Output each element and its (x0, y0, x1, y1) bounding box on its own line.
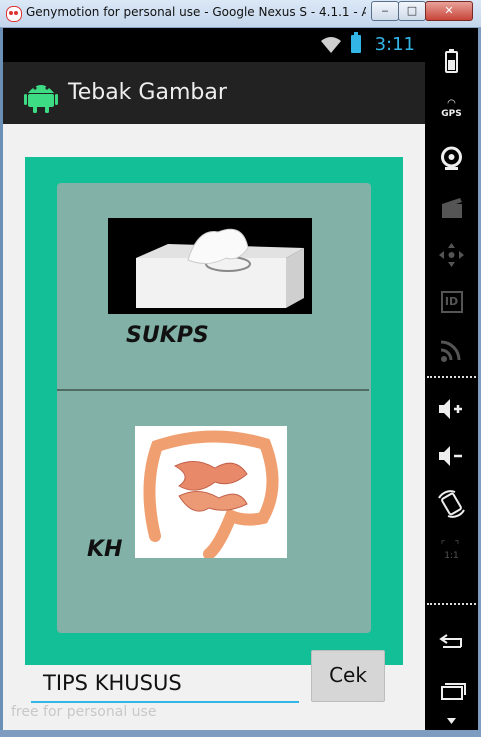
side-panel-separator (427, 603, 476, 605)
id-icon[interactable]: ID (425, 290, 478, 313)
rss-icon[interactable] (425, 338, 478, 364)
clock: 3:11 (374, 34, 415, 55)
scroll-down-icon[interactable] (425, 716, 478, 726)
window-bottom-edge (0, 730, 481, 737)
dpad-icon[interactable] (425, 242, 478, 268)
gps-label: GPS (441, 109, 462, 119)
volume-up-icon[interactable] (425, 396, 478, 422)
status-bar: 3:11 (3, 28, 425, 62)
wifi-icon (321, 37, 341, 53)
battery-icon[interactable] (425, 48, 478, 74)
window-title: Genymotion for personal use - Google Nex… (26, 5, 366, 19)
back-icon[interactable] (425, 632, 478, 654)
window-titlebar: Genymotion for personal use - Google Nex… (0, 0, 481, 28)
action-bar: Tebak Gambar (3, 62, 425, 124)
battery-status-icon (351, 32, 361, 53)
clue-text-1: SUKPS (126, 323, 209, 348)
watermark-text: free for personal use (11, 704, 157, 720)
device-screen: 3:11 Tebak Gambar SUKPS KH TIPS KHUSUS C… (3, 28, 425, 730)
app-title: Tebak Gambar (68, 80, 227, 105)
puzzle-panel: SUKPS KH (25, 157, 403, 665)
minimize-button[interactable]: ‒ (371, 1, 399, 21)
main-content: SUKPS KH TIPS KHUSUS Cek free for person… (3, 124, 425, 730)
volume-down-icon[interactable] (425, 443, 478, 469)
intestine-image (135, 426, 287, 560)
android-logo-icon (24, 85, 58, 113)
puzzle-card: SUKPS KH (57, 183, 371, 633)
recent-apps-icon[interactable] (425, 680, 478, 702)
clue-text-2: KH (87, 537, 123, 562)
rotate-icon[interactable] (425, 490, 478, 518)
emulator-side-panel: ◠ GPS ID ⌜ ⌝ 1:1 (425, 28, 478, 730)
tissue-box-image (108, 218, 312, 314)
scale-label: 1:1 (444, 551, 459, 561)
webcam-icon[interactable] (425, 146, 478, 172)
check-button[interactable]: Cek (311, 650, 385, 702)
close-button[interactable]: ✕ (425, 1, 473, 21)
scale-icon[interactable]: ⌜ ⌝ 1:1 (425, 540, 478, 561)
camera-icon[interactable] (425, 196, 478, 222)
answer-input[interactable]: TIPS KHUSUS (31, 669, 299, 703)
id-label: ID (440, 291, 463, 313)
maximize-button[interactable]: □ (398, 1, 426, 21)
gps-icon[interactable]: ◠ GPS (425, 98, 478, 119)
card-divider (57, 389, 369, 391)
genymotion-logo-icon (6, 6, 22, 22)
side-panel-separator (427, 376, 476, 378)
